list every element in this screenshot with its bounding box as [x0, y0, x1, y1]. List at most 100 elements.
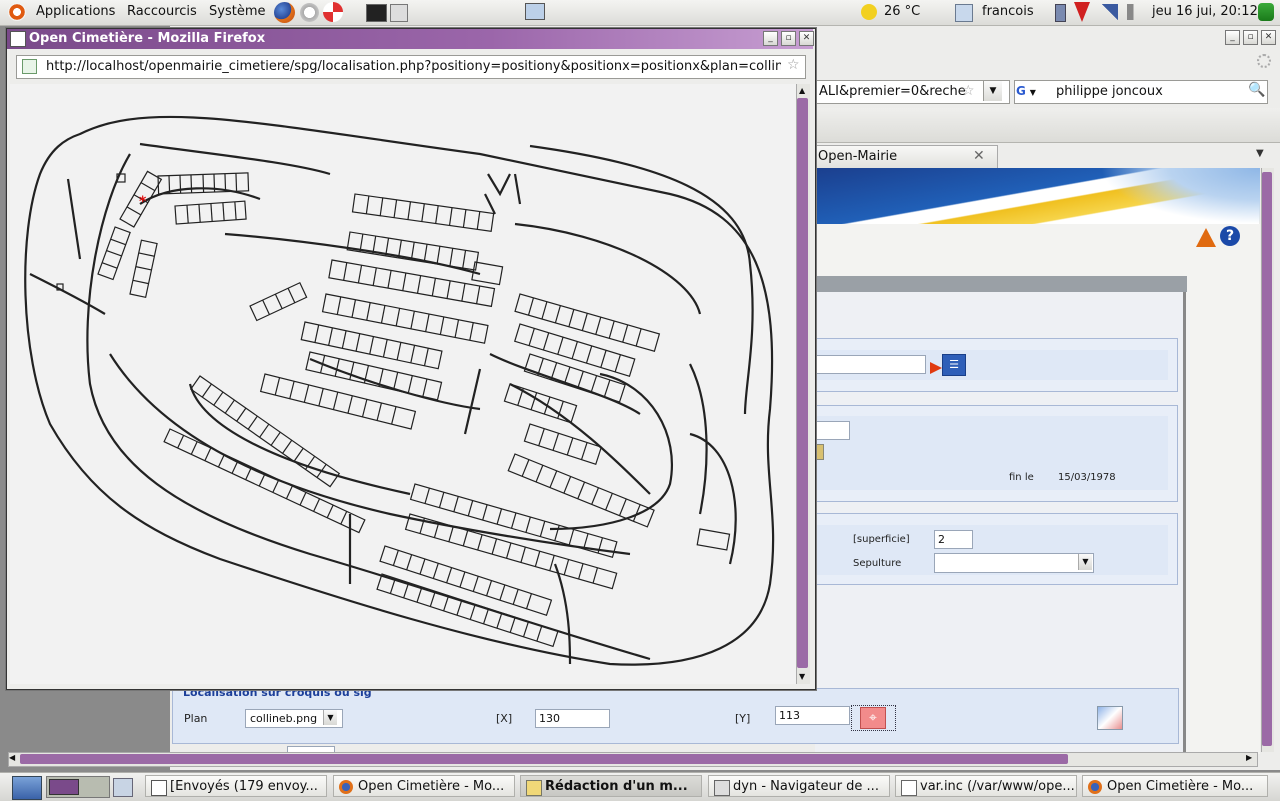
map-sig-icon[interactable]: [1097, 706, 1123, 730]
scroll-right-arrow-icon[interactable]: ▶: [1246, 753, 1252, 762]
banner-swoosh: [1100, 168, 1260, 224]
background-window-controls: _ ▫ ✕: [1222, 30, 1276, 45]
popup-url-text[interactable]: http://localhost/openmairie_cimetiere/sp…: [46, 59, 781, 74]
terminal-launcher-icon[interactable]: [366, 4, 387, 22]
taskbar-item-open-cimetiere-2[interactable]: Open Cimetière - Mo...: [1082, 775, 1268, 797]
help-question-icon[interactable]: ?: [1220, 226, 1240, 246]
superficie-input[interactable]: 2: [934, 530, 973, 549]
weather-temperature[interactable]: 26 °C: [884, 4, 920, 19]
fin-value: 15/03/1978: [1058, 472, 1116, 483]
y-input[interactable]: 113: [775, 706, 850, 725]
tab-list-chevron-icon[interactable]: ▼: [1256, 148, 1264, 159]
user-name[interactable]: francois: [982, 4, 1034, 19]
trash-applet-icon[interactable]: [113, 778, 133, 797]
show-desktop-icon[interactable]: [12, 776, 42, 800]
clock-datetime[interactable]: jeu 16 jui, 20:12: [1152, 4, 1258, 19]
x-label: [X]: [496, 712, 513, 725]
plan-label: Plan: [184, 712, 208, 725]
tab-close-icon[interactable]: ✕: [973, 148, 985, 164]
taskbar-item-text-editor[interactable]: var.inc (/var/www/ope...: [895, 775, 1077, 797]
workspace-active[interactable]: [49, 779, 79, 795]
menu-applications[interactable]: Applications: [36, 4, 115, 19]
site-identity-icon[interactable]: [22, 59, 37, 74]
popup-close-button[interactable]: ✕: [799, 31, 814, 46]
update-download-icon[interactable]: [1074, 2, 1090, 22]
calendar-button[interactable]: [815, 444, 824, 460]
background-horizontal-scroll-thumb[interactable]: [20, 754, 1068, 764]
popup-minimize-button[interactable]: _: [763, 31, 778, 46]
popup-vertical-scroll-thumb[interactable]: [797, 98, 808, 668]
help-lifebuoy-icon[interactable]: [323, 2, 343, 22]
superficie-label: [superficie]: [853, 534, 910, 545]
taskbar-item-label: Rédaction d'un m...: [545, 779, 688, 794]
crosshair-target-icon[interactable]: ⌖: [860, 707, 886, 729]
sepulture-select[interactable]: [934, 553, 1094, 573]
popup-scroll-down-icon[interactable]: ▼: [799, 672, 805, 681]
logout-runner-icon[interactable]: [1258, 3, 1274, 21]
y-label: [Y]: [735, 712, 751, 725]
network-signal-icon[interactable]: [1102, 4, 1118, 20]
ubuntu-logo-icon[interactable]: [8, 3, 26, 21]
text-editor-icon: [901, 780, 917, 796]
sun-weather-icon: [861, 4, 877, 20]
taskbar-item-open-cimetiere-1[interactable]: Open Cimetière - Mo...: [333, 775, 515, 797]
volume-icon[interactable]: [1127, 4, 1143, 20]
x-input[interactable]: 130: [535, 709, 610, 728]
user-switch-icon: [955, 4, 973, 22]
file-manager-icon: [714, 780, 730, 796]
popup-scroll-up-icon[interactable]: ▲: [799, 86, 805, 95]
taskbar-item-label: Open Cimetière - Mo...: [358, 779, 505, 794]
name-input[interactable]: [815, 355, 926, 374]
firefox-icon: [1088, 780, 1102, 794]
select-list-button[interactable]: ☰: [942, 354, 966, 376]
red-arrow-icon: [930, 362, 942, 374]
popup-window-title: Open Cimetière - Mozilla Firefox: [29, 31, 266, 46]
maximize-button[interactable]: ▫: [1243, 30, 1258, 45]
taskbar-item-label: dyn - Navigateur de ...: [733, 779, 879, 794]
url-history-dropdown[interactable]: ▼: [983, 81, 1002, 101]
background-vertical-scroll-thumb[interactable]: [1262, 172, 1272, 746]
battery-icon[interactable]: [1055, 4, 1066, 22]
cemetery-plan-image[interactable]: [10, 84, 796, 684]
sepulture-dropdown-arrow-icon[interactable]: ▼: [1078, 554, 1092, 570]
popup-maximize-button[interactable]: ▫: [781, 31, 796, 46]
search-input[interactable]: philippe joncoux: [1056, 84, 1163, 99]
form-header-bar: [815, 276, 1187, 292]
popup-bookmark-star-icon[interactable]: ☆: [787, 57, 800, 73]
taskbar-item-label: var.inc (/var/www/ope...: [920, 779, 1075, 794]
scroll-left-arrow-icon[interactable]: ◀: [9, 753, 15, 762]
firefox-icon: [339, 780, 353, 794]
close-button[interactable]: ✕: [1261, 30, 1276, 45]
search-magnifier-icon[interactable]: 🔍: [1248, 82, 1265, 98]
tab-label: Open-Mairie: [818, 149, 898, 164]
fin-label: fin le: [1009, 472, 1034, 483]
position-marker: *: [139, 194, 147, 210]
notes-launcher-icon[interactable]: [390, 4, 408, 22]
search-engine-letter: G: [1016, 84, 1026, 98]
throbber-icon: [1257, 54, 1271, 68]
bookmark-star-icon[interactable]: ☆: [962, 83, 975, 99]
taskbar-item-file-browser[interactable]: dyn - Navigateur de ...: [708, 775, 890, 797]
sepulture-label: Sepulture: [853, 558, 902, 569]
compose-mail-icon: [526, 780, 542, 796]
search-engine-google-icon[interactable]: G ▼: [1016, 82, 1050, 100]
taskbar-item-redaction[interactable]: Rédaction d'un m...: [520, 775, 702, 797]
taskbar-item-label: Open Cimetière - Mo...: [1107, 779, 1254, 794]
background-url-bar[interactable]: ALI&premier=0&reche: [815, 80, 1010, 104]
firefox-launcher-icon[interactable]: [274, 2, 295, 23]
warning-triangle-icon[interactable]: [1196, 228, 1216, 247]
taskbar-item-mail-sent[interactable]: [Envoyés (179 envoy...: [145, 775, 327, 797]
workspace-switcher[interactable]: [46, 776, 110, 798]
taskbar-item-label: [Envoyés (179 envoy...: [170, 779, 318, 794]
mail-launcher-icon[interactable]: [300, 3, 319, 22]
window-menu-icon[interactable]: [10, 31, 26, 47]
plan-dropdown-arrow-icon[interactable]: ▼: [323, 710, 337, 725]
bookmarks-toolbar: [815, 108, 1280, 143]
date-input[interactable]: [815, 421, 850, 440]
computer-icon[interactable]: [525, 3, 545, 20]
menu-systeme[interactable]: Système: [209, 4, 265, 19]
menu-raccourcis[interactable]: Raccourcis: [127, 4, 197, 19]
minimize-button[interactable]: _: [1225, 30, 1240, 45]
cemetery-plan-drawing[interactable]: [10, 84, 796, 684]
mail-envelope-icon: [151, 780, 167, 796]
